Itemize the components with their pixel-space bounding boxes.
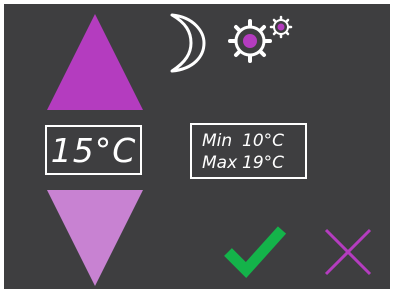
- increase-temperature-button[interactable]: [45, 12, 145, 112]
- min-value: 10°C: [242, 131, 285, 151]
- max-value: 19°C: [242, 153, 285, 173]
- max-row: Max 19°C: [202, 152, 305, 174]
- current-temperature-display: 15°C: [45, 125, 142, 175]
- triangle-down-icon: [47, 190, 143, 286]
- max-label: Max: [202, 153, 238, 173]
- cancel-button[interactable]: [322, 226, 374, 278]
- temperature-range-display: Min 10°C Max 19°C: [190, 123, 307, 179]
- current-temperature-value: 15°C: [50, 130, 137, 170]
- thermostat-screen: 15°C Min 10°C Max 19°C: [4, 4, 390, 289]
- min-row: Min 10°C: [202, 130, 305, 152]
- night-mode-button[interactable]: [164, 12, 210, 74]
- checkmark-icon: [224, 226, 287, 278]
- x-mark-icon: [324, 228, 372, 276]
- settings-button[interactable]: [224, 15, 296, 65]
- decrease-temperature-button[interactable]: [45, 188, 145, 288]
- min-label: Min: [202, 131, 233, 151]
- confirm-button[interactable]: [222, 222, 288, 278]
- crescent-moon-icon: [170, 13, 206, 73]
- triangle-up-icon: [47, 14, 143, 110]
- gears-icon: [228, 15, 293, 63]
